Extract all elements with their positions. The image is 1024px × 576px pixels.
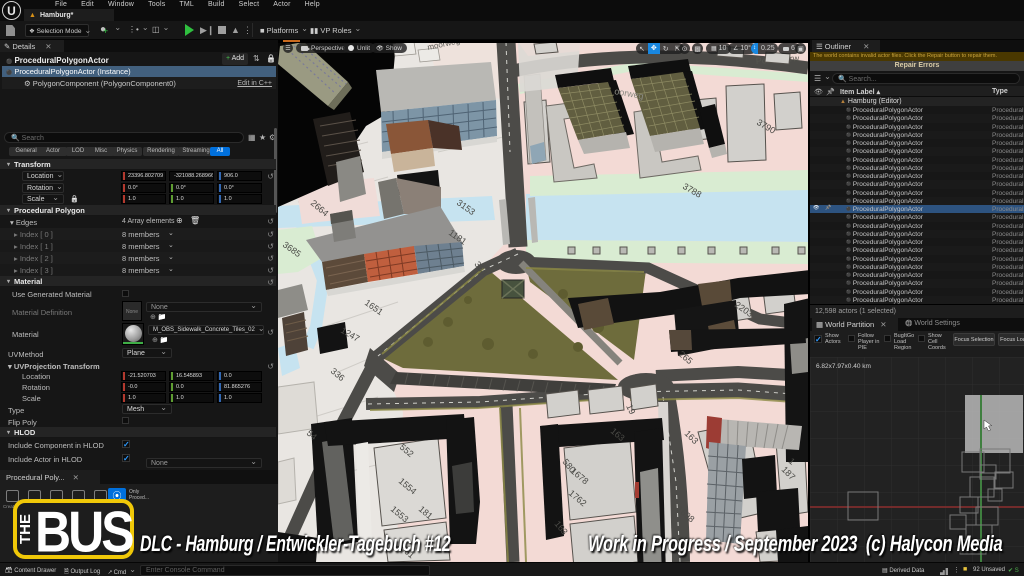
svg-text:163: 163 bbox=[683, 428, 701, 446]
